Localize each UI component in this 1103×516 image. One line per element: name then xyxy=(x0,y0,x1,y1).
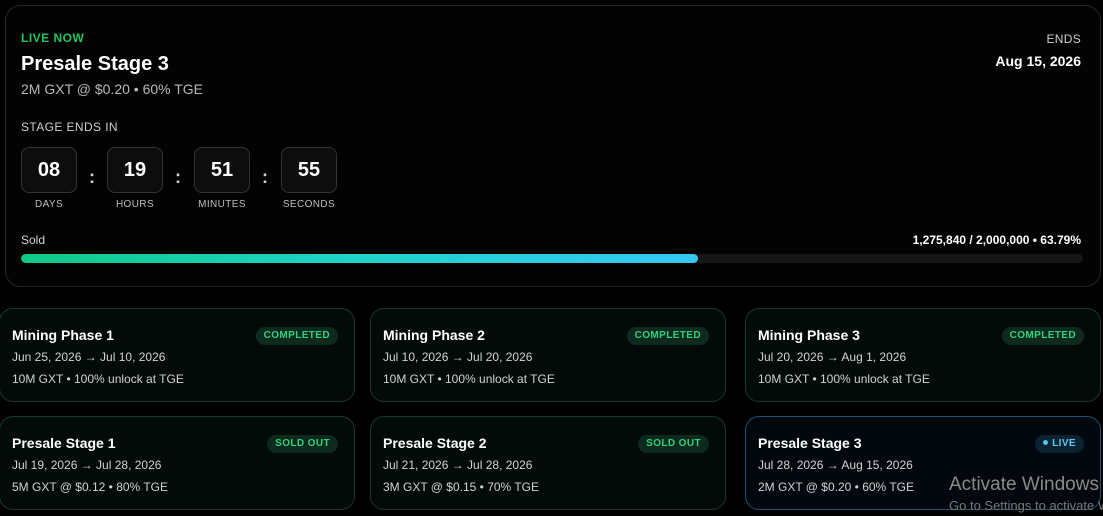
stage-card-dates: Jul 19, 2026 → Jul 28, 2026 xyxy=(12,458,162,472)
countdown-minutes: 51 MINUTES xyxy=(194,147,250,210)
current-stage-panel: LIVE NOW Presale Stage 3 2M GXT @ $0.20 … xyxy=(5,5,1101,287)
countdown-seconds-value: 55 xyxy=(281,147,337,193)
ends-date: Aug 15, 2026 xyxy=(995,53,1081,69)
stage-subtitle: 2M GXT @ $0.20 • 60% TGE xyxy=(21,81,204,97)
stage-card-title: Presale Stage 2 xyxy=(383,435,487,451)
countdown-days-label: DAYS xyxy=(34,199,64,210)
stage-card-dates: Jul 28, 2026 → Aug 15, 2026 xyxy=(758,458,913,472)
sold-stats: 1,275,840 / 2,000,000 • 63.79% xyxy=(912,233,1081,247)
countdown-hours-label: HOURS xyxy=(115,199,155,210)
stage-card-mining-phase-2[interactable]: Mining Phase 2 COMPLETED Jul 10, 2026 → … xyxy=(370,308,726,402)
status-badge-completed: COMPLETED xyxy=(626,327,709,345)
stage-card-detail: 10M GXT • 100% unlock at TGE xyxy=(758,372,930,386)
ends-label: ENDS xyxy=(1046,32,1081,46)
countdown-hours: 19 HOURS xyxy=(107,147,163,210)
countdown-seconds: 55 SECONDS xyxy=(281,147,337,210)
status-badge-completed: COMPLETED xyxy=(255,327,338,345)
stage-card-dates: Jul 20, 2026 → Aug 1, 2026 xyxy=(758,350,907,364)
stage-card-detail: 5M GXT @ $0.12 • 80% TGE xyxy=(12,480,169,494)
stage-card-title: Mining Phase 1 xyxy=(12,327,114,343)
stage-card-title: Presale Stage 3 xyxy=(758,435,862,451)
countdown-separator: : xyxy=(175,167,181,187)
countdown-minutes-label: MINUTES xyxy=(198,199,246,210)
stage-card-mining-phase-3[interactable]: Mining Phase 3 COMPLETED Jul 20, 2026 → … xyxy=(745,308,1101,402)
status-badge-completed: COMPLETED xyxy=(1001,327,1084,345)
status-badge-sold-out: SOLD OUT xyxy=(267,435,338,453)
sold-label: Sold xyxy=(21,233,46,247)
stage-title: Presale Stage 3 xyxy=(21,53,169,75)
sold-progress-bar xyxy=(21,254,1083,263)
stage-card-detail: 3M GXT @ $0.15 • 70% TGE xyxy=(383,480,540,494)
countdown-minutes-value: 51 xyxy=(194,147,250,193)
stage-card-presale-stage-1[interactable]: Presale Stage 1 SOLD OUT Jul 19, 2026 → … xyxy=(0,416,355,510)
countdown-separator: : xyxy=(89,167,95,187)
stage-card-dates: Jul 21, 2026 → Jul 28, 2026 xyxy=(383,458,533,472)
status-badge-sold-out: SOLD OUT xyxy=(638,435,709,453)
stage-card-presale-stage-2[interactable]: Presale Stage 2 SOLD OUT Jul 21, 2026 → … xyxy=(370,416,726,510)
stage-card-mining-phase-1[interactable]: Mining Phase 1 COMPLETED Jun 25, 2026 → … xyxy=(0,308,355,402)
stage-card-detail: 10M GXT • 100% unlock at TGE xyxy=(383,372,555,386)
live-dot-icon xyxy=(1043,440,1049,445)
stage-card-presale-stage-3[interactable]: Presale Stage 3 LIVE Jul 28, 2026 → Aug … xyxy=(745,416,1101,510)
stage-card-dates: Jul 10, 2026 → Jul 20, 2026 xyxy=(383,350,533,364)
countdown-seconds-label: SECONDS xyxy=(282,199,336,210)
status-badge-live: LIVE xyxy=(1035,435,1084,453)
stage-card-detail: 2M GXT @ $0.20 • 60% TGE xyxy=(758,480,915,494)
countdown-days: 08 DAYS xyxy=(21,147,77,210)
stage-card-title: Mining Phase 3 xyxy=(758,327,860,343)
stage-card-dates: Jun 25, 2026 → Jul 10, 2026 xyxy=(12,350,166,364)
live-now-label: LIVE NOW xyxy=(21,31,85,45)
stage-card-title: Presale Stage 1 xyxy=(12,435,116,451)
countdown-days-value: 08 xyxy=(21,147,77,193)
countdown-separator: : xyxy=(262,167,268,187)
status-badge-live-label: LIVE xyxy=(1052,438,1076,449)
countdown-label: STAGE ENDS IN xyxy=(21,120,118,134)
countdown-hours-value: 19 xyxy=(107,147,163,193)
stage-card-detail: 10M GXT • 100% unlock at TGE xyxy=(12,372,184,386)
sold-progress-fill xyxy=(21,254,699,263)
stage-card-title: Mining Phase 2 xyxy=(383,327,485,343)
